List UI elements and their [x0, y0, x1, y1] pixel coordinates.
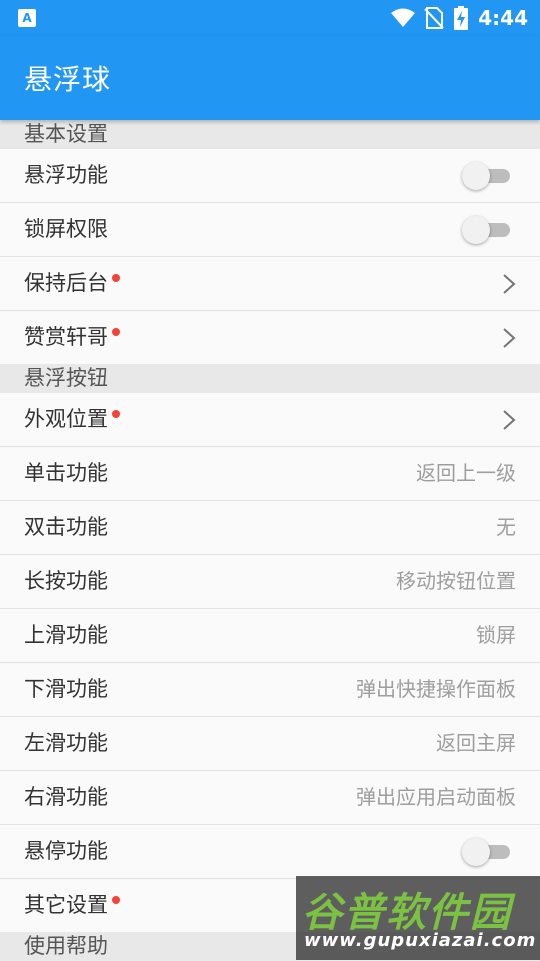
- setting-label: 左滑功能: [24, 731, 108, 755]
- setting-double-click[interactable]: 双击功能 无: [0, 501, 540, 555]
- setting-label: 悬浮功能: [24, 163, 108, 187]
- status-time: 4:44: [478, 6, 528, 30]
- setting-swipe-down[interactable]: 下滑功能 弹出快捷操作面板: [0, 663, 540, 717]
- setting-label: 其它设置: [24, 893, 108, 917]
- page-title: 悬浮球: [24, 63, 112, 96]
- setting-label: 长按功能: [24, 569, 108, 593]
- setting-floating-function[interactable]: 悬浮功能: [0, 149, 540, 203]
- setting-value: 返回上一级: [416, 461, 516, 485]
- hover-toggle[interactable]: [462, 837, 514, 867]
- setting-tip-author[interactable]: 赞赏轩哥: [0, 311, 540, 364]
- setting-long-press[interactable]: 长按功能 移动按钮位置: [0, 555, 540, 609]
- battery-charging-icon: [454, 6, 469, 30]
- section-header-basic: 基本设置: [0, 120, 540, 149]
- setting-swipe-right[interactable]: 右滑功能 弹出应用启动面板: [0, 771, 540, 825]
- setting-label: 下滑功能: [24, 677, 108, 701]
- floating-function-toggle[interactable]: [462, 161, 514, 191]
- setting-label: 赞赏轩哥: [24, 325, 108, 349]
- status-bar: A 4:44: [0, 0, 540, 36]
- setting-single-click[interactable]: 单击功能 返回上一级: [0, 447, 540, 501]
- setting-label: 双击功能: [24, 515, 108, 539]
- setting-label: 外观位置: [24, 407, 108, 431]
- red-dot-badge: [112, 896, 120, 904]
- setting-value: 弹出应用启动面板: [356, 785, 516, 809]
- setting-label: 悬停功能: [24, 839, 108, 863]
- setting-value: 移动按钮位置: [396, 569, 516, 593]
- setting-label: 单击功能: [24, 461, 108, 485]
- setting-appearance-position[interactable]: 外观位置: [0, 393, 540, 447]
- red-dot-badge: [112, 274, 120, 282]
- setting-value: 返回主屏: [436, 731, 516, 755]
- chevron-right-icon: [503, 274, 516, 294]
- setting-swipe-up[interactable]: 上滑功能 锁屏: [0, 609, 540, 663]
- watermark-logo: 谷普软件园 www.gupuxiazai.com: [296, 876, 540, 960]
- app-bar: 悬浮球: [0, 36, 540, 120]
- wifi-icon: [390, 8, 416, 28]
- section-header-button: 悬浮按钮: [0, 364, 540, 393]
- setting-label: 锁屏权限: [24, 217, 108, 241]
- setting-value: 无: [496, 515, 516, 539]
- no-sim-icon: [424, 7, 444, 29]
- chevron-right-icon: [503, 410, 516, 430]
- setting-label: 保持后台: [24, 271, 108, 295]
- chevron-right-icon: [503, 328, 516, 348]
- setting-label: 上滑功能: [24, 623, 108, 647]
- setting-keep-background[interactable]: 保持后台: [0, 257, 540, 311]
- notification-app-icon: A: [18, 9, 36, 27]
- setting-hover[interactable]: 悬停功能: [0, 825, 540, 879]
- settings-list: 基本设置 悬浮功能 锁屏权限 保持后台 赞赏轩哥 悬浮按钮 外观位置 单击功能 …: [0, 120, 540, 961]
- setting-value: 锁屏: [476, 623, 516, 647]
- lock-screen-permission-toggle[interactable]: [462, 215, 514, 245]
- setting-swipe-left[interactable]: 左滑功能 返回主屏: [0, 717, 540, 771]
- setting-value: 弹出快捷操作面板: [356, 677, 516, 701]
- setting-label: 右滑功能: [24, 785, 108, 809]
- red-dot-badge: [112, 410, 120, 418]
- watermark-url-text: www.gupuxiazai.com: [304, 930, 537, 951]
- setting-lock-screen-permission[interactable]: 锁屏权限: [0, 203, 540, 257]
- red-dot-badge: [112, 328, 120, 336]
